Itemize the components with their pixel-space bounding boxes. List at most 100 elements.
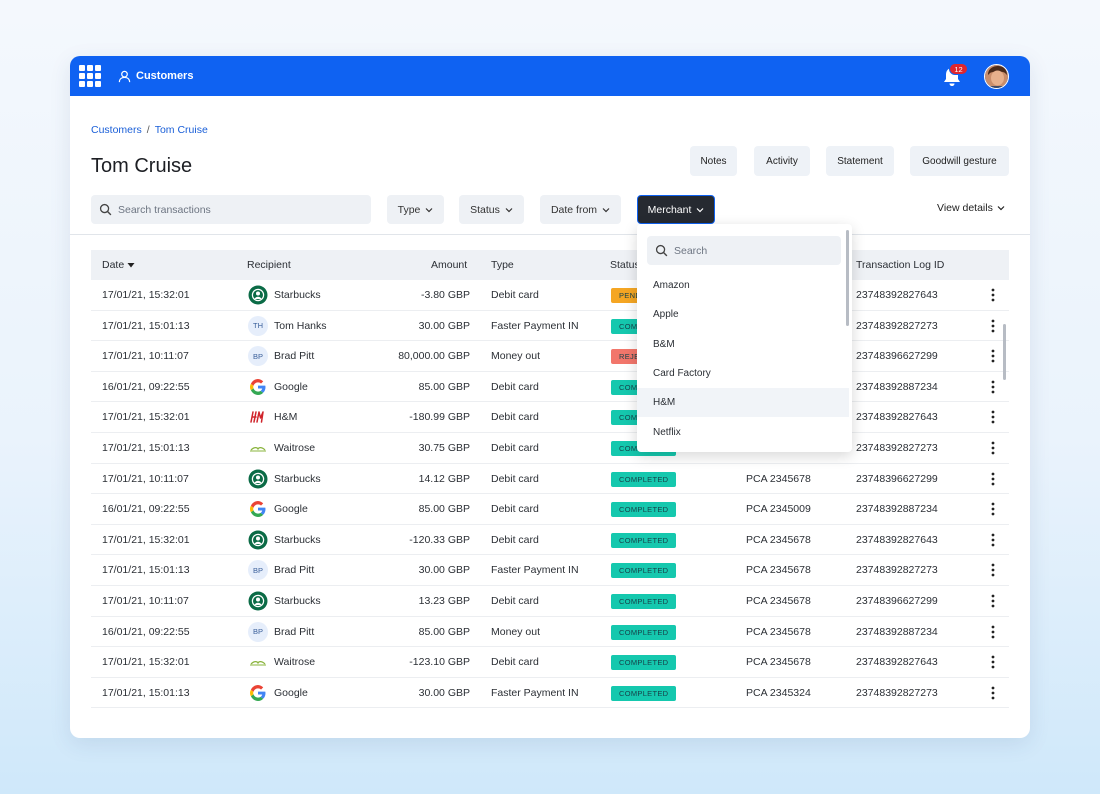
column-transaction-log-id[interactable]: Transaction Log ID bbox=[856, 259, 944, 271]
table-row[interactable]: 17/01/21, 15:01:13 BP Brad Pitt 30.00 GBP Fa… bbox=[91, 555, 1009, 586]
kebab-icon[interactable] bbox=[990, 593, 996, 609]
goodwill-gesture-button[interactable]: Goodwill gesture bbox=[910, 146, 1009, 176]
cell-transaction-log-id: 23748392827273 bbox=[856, 319, 938, 332]
breadcrumb-customers[interactable]: Customers bbox=[91, 124, 142, 136]
cell-recipient[interactable]: Starbucks bbox=[274, 595, 321, 607]
table-row[interactable]: 16/01/21, 09:22:55 BP Brad Pitt 85.00 GBP Mo… bbox=[91, 617, 1009, 648]
chevron-down-icon bbox=[997, 206, 1005, 211]
search-transactions-input[interactable]: Search transactions bbox=[91, 195, 371, 224]
cell-recipient[interactable]: Starbucks bbox=[274, 289, 321, 301]
kebab-icon[interactable] bbox=[990, 654, 996, 670]
cell-date: 17/01/21, 15:32:01 bbox=[102, 289, 190, 301]
table-row[interactable]: 17/01/21, 10:11:07 Starbucks 13.23 GBP Debi… bbox=[91, 586, 1009, 617]
avatar[interactable] bbox=[984, 64, 1009, 89]
merchant-filter-label: Merchant bbox=[647, 203, 692, 216]
kebab-icon[interactable] bbox=[990, 318, 996, 334]
cell-transaction-log-id: 23748392827643 bbox=[856, 656, 938, 669]
table-row[interactable]: 17/01/21, 15:32:01 Starbucks -120.33 GBP De… bbox=[91, 525, 1009, 556]
kebab-icon[interactable] bbox=[990, 562, 996, 578]
table-row[interactable]: 16/01/21, 09:22:55 Google 85.00 GBP Debit c… bbox=[91, 372, 1009, 403]
breadcrumb-current[interactable]: Tom Cruise bbox=[155, 124, 208, 136]
column-amount[interactable]: Amount bbox=[431, 259, 467, 271]
merchant-search-input[interactable]: Search bbox=[647, 236, 841, 265]
cell-recipient[interactable]: Starbucks bbox=[274, 473, 321, 485]
cell-recipient[interactable]: Waitrose bbox=[274, 442, 315, 454]
merchant-option[interactable]: B&M bbox=[637, 330, 849, 359]
starbucks-logo-icon bbox=[248, 285, 268, 305]
table-row[interactable]: 17/01/21, 10:11:07 Starbucks 14.12 GBP Debi… bbox=[91, 464, 1009, 495]
cell-recipient[interactable]: H&M bbox=[274, 411, 297, 423]
cell-recipient[interactable]: Google bbox=[274, 687, 308, 699]
cell-amount: 13.23 GBP bbox=[418, 595, 470, 607]
recipient-avatar: BP bbox=[248, 621, 268, 642]
merchant-option[interactable]: Card Factory bbox=[637, 359, 849, 388]
merchant-option[interactable]: Apple bbox=[637, 300, 849, 329]
kebab-icon[interactable] bbox=[990, 624, 996, 640]
starbucks-logo-icon bbox=[248, 469, 268, 489]
cell-amount: -180.99 GBP bbox=[409, 411, 470, 424]
table-row[interactable]: 17/01/21, 15:32:01 Waitrose -123.10 GBP Deb… bbox=[91, 647, 1009, 678]
table-row[interactable]: 16/01/21, 09:22:55 Google 85.00 GBP Debit c… bbox=[91, 494, 1009, 525]
cell-recipient[interactable]: Brad Pitt bbox=[274, 350, 314, 362]
merchant-option[interactable]: Netflix bbox=[637, 418, 849, 447]
merchant-filter[interactable]: Merchant bbox=[637, 195, 715, 224]
table-row[interactable]: 17/01/21, 10:11:07 BP Brad Pitt 80,000.00 G… bbox=[91, 341, 1009, 372]
notes-button[interactable]: Notes bbox=[690, 146, 737, 176]
kebab-icon[interactable] bbox=[990, 287, 996, 303]
kebab-icon[interactable] bbox=[990, 440, 996, 456]
merchant-dropdown: Search Amazon Apple B&M Card Factory H&M Netf… bbox=[637, 224, 852, 452]
dropdown-scrollbar[interactable] bbox=[846, 230, 849, 326]
nav-customers[interactable]: Customers bbox=[118, 68, 193, 84]
table-scrollbar[interactable] bbox=[1003, 324, 1006, 380]
activity-button[interactable]: Activity bbox=[754, 146, 810, 176]
status-filter[interactable]: Status bbox=[459, 195, 524, 224]
column-date[interactable]: Date bbox=[102, 259, 135, 271]
cell-recipient[interactable]: Waitrose bbox=[274, 656, 315, 668]
status-badge: COMPLETED bbox=[611, 563, 677, 579]
table-row[interactable]: 17/01/21, 15:01:13 Waitrose 30.75 GBP Debit… bbox=[91, 433, 1009, 464]
type-filter-label: Type bbox=[397, 203, 421, 216]
cell-amount: 80,000.00 GBP bbox=[398, 350, 470, 363]
kebab-icon[interactable] bbox=[990, 379, 996, 395]
cell-recipient[interactable]: Brad Pitt bbox=[274, 564, 314, 576]
date-from-filter[interactable]: Date from bbox=[540, 195, 621, 224]
column-status[interactable]: Status bbox=[610, 259, 640, 271]
merchant-option[interactable]: H&M bbox=[637, 388, 849, 418]
kebab-icon[interactable] bbox=[990, 348, 996, 364]
cell-amount: -120.33 GBP bbox=[409, 533, 470, 546]
kebab-icon[interactable] bbox=[990, 471, 996, 487]
cell-date: 17/01/21, 15:32:01 bbox=[102, 411, 190, 424]
merchant-option[interactable]: Amazon bbox=[637, 271, 849, 300]
cell-amount: 30.00 GBP bbox=[418, 686, 470, 699]
chevron-down-icon bbox=[425, 207, 433, 212]
cell-amount: 85.00 GBP bbox=[418, 380, 470, 393]
table-row[interactable]: 17/01/21, 15:32:01 H&M -180.99 GBP Debit ca… bbox=[91, 402, 1009, 433]
cell-transaction-log-id: 23748392827643 bbox=[856, 533, 938, 546]
type-filter[interactable]: Type bbox=[387, 195, 444, 224]
cell-type: Money out bbox=[491, 625, 541, 638]
table-row[interactable]: 17/01/21, 15:01:13 Google 30.00 GBP Faster … bbox=[91, 678, 1009, 709]
statement-button[interactable]: Statement bbox=[826, 146, 894, 176]
cell-recipient[interactable]: Starbucks bbox=[274, 534, 321, 546]
cell-recipient[interactable]: Google bbox=[274, 503, 308, 515]
kebab-icon[interactable] bbox=[990, 532, 996, 548]
cell-transaction-log-id: 23748392827643 bbox=[856, 411, 938, 424]
table-row[interactable]: 17/01/21, 15:01:13 TH Tom Hanks 30.00 GBP Fa… bbox=[91, 311, 1009, 342]
cell-type: Debit card bbox=[491, 595, 539, 607]
status-badge: COMPLETED bbox=[611, 532, 677, 548]
cell-recipient[interactable]: Brad Pitt bbox=[274, 626, 314, 638]
cell-reference: PCA 2345678 bbox=[746, 656, 811, 669]
view-details-button[interactable]: View details bbox=[937, 202, 1005, 214]
cell-type: Faster Payment IN bbox=[491, 686, 579, 699]
column-type[interactable]: Type bbox=[491, 259, 514, 271]
kebab-icon[interactable] bbox=[990, 409, 996, 425]
cell-recipient[interactable]: Google bbox=[274, 381, 308, 393]
column-recipient[interactable]: Recipient bbox=[247, 259, 291, 271]
table-row[interactable]: 17/01/21, 15:32:01 Starbucks -3.80 GBP Debi… bbox=[91, 280, 1009, 311]
kebab-icon[interactable] bbox=[990, 501, 996, 517]
grid-icon[interactable] bbox=[79, 65, 101, 87]
cell-recipient[interactable]: Tom Hanks bbox=[274, 320, 327, 332]
kebab-icon[interactable] bbox=[990, 685, 996, 701]
merchant-search-placeholder: Search bbox=[674, 244, 708, 257]
status-badge: COMPLETED bbox=[611, 594, 677, 609]
